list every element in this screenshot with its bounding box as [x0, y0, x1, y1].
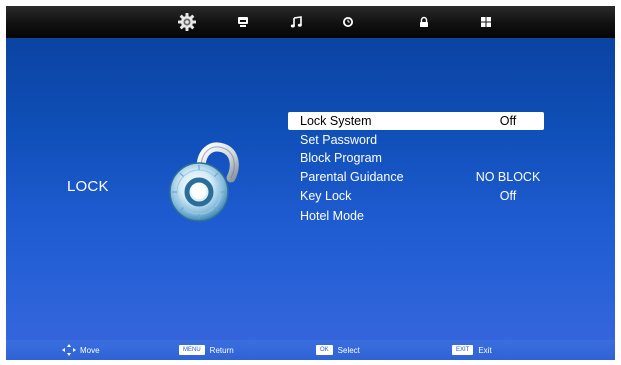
exit-key-badge: EXIT [452, 345, 474, 355]
hint-exit: EXIT Exit [452, 340, 492, 360]
padlock-icon [420, 16, 428, 27]
menu-item-label: Block Program [300, 151, 382, 165]
hint-select-label: Select [337, 345, 360, 355]
menu-item-label: Hotel Mode [300, 209, 364, 223]
tab-sound[interactable] [282, 8, 310, 36]
hint-return: MENU Return [179, 340, 234, 360]
hint-return-label: Return [209, 345, 234, 355]
tab-setup[interactable] [472, 8, 500, 36]
tab-picture[interactable] [173, 8, 201, 36]
combination-lock-icon [169, 142, 239, 222]
ok-key-badge: OK [316, 345, 333, 355]
directional-pad-icon [62, 344, 76, 356]
menu-item-label: Parental Guidance [300, 170, 404, 184]
hint-move-label: Move [80, 345, 100, 355]
tab-time[interactable] [334, 8, 362, 36]
monitor-icon [238, 17, 248, 27]
menu-item-lock-system[interactable]: Lock System Off [288, 112, 544, 130]
menu-item-block-program[interactable]: Block Program [288, 149, 544, 167]
menu-item-parental-guidance[interactable]: Parental Guidance NO BLOCK [288, 168, 544, 186]
hint-exit-label: Exit [478, 345, 492, 355]
menu-item-value: Off [499, 114, 517, 128]
gear-icon [178, 13, 196, 31]
menu-tab-bar [6, 6, 615, 38]
clock-icon [343, 17, 353, 27]
menu-item-hotel-mode[interactable]: Hotel Mode [288, 207, 544, 225]
music-note-icon [290, 16, 302, 28]
menu-item-label: Key Lock [300, 189, 352, 203]
tab-lock[interactable] [410, 8, 438, 36]
hint-move: Move [62, 340, 100, 360]
grid-icon [481, 17, 491, 27]
menu-item-label: Set Password [300, 133, 378, 147]
menu-key-badge: MENU [179, 345, 205, 355]
menu-item-set-password[interactable]: Set Password [288, 131, 544, 149]
hint-select: OK Select [316, 340, 360, 360]
menu-item-key-lock[interactable]: Key Lock Off [288, 187, 544, 205]
tab-picture-settings[interactable] [229, 8, 257, 36]
menu-item-value: Off [499, 189, 517, 203]
footer-hint-bar: Move MENU Return OK Select EXIT Exit [6, 340, 615, 360]
menu-item-label: Lock System [300, 114, 372, 128]
tv-menu-screen: LOCK Lock System Off Set Password Block … [6, 6, 615, 360]
page-title: LOCK [67, 178, 109, 195]
menu-item-value: NO BLOCK [475, 170, 541, 184]
